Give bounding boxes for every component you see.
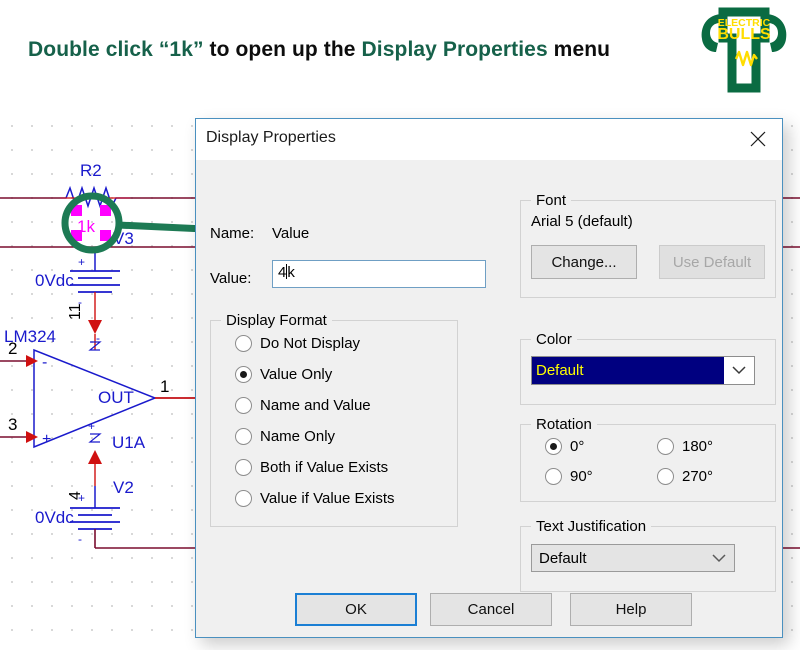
radio-dot [657, 438, 674, 455]
page-title-part-2: to open up the [204, 38, 362, 61]
label-out: OUT [98, 388, 134, 407]
radio-label: Name Only [260, 428, 335, 445]
radio-dot [235, 335, 252, 352]
radio-rotation-0[interactable]: 0° [545, 438, 584, 455]
use-default-font-button: Use Default [659, 245, 765, 279]
radio-rotation-90[interactable]: 90° [545, 468, 593, 485]
radio-label: Name and Value [260, 397, 371, 414]
radio-label: Value if Value Exists [260, 490, 395, 507]
radio-both-if-value-exists[interactable]: Both if Value Exists [235, 459, 388, 476]
value-input[interactable]: 4k [272, 260, 486, 288]
svg-text:+: + [78, 255, 85, 269]
font-caption: Font [531, 192, 571, 209]
color-caption: Color [531, 331, 577, 348]
radio-value-only[interactable]: Value Only [235, 366, 332, 383]
page-title: Double click “1k” to open up the Display… [28, 38, 610, 62]
label-v3-value: 0Vdc [35, 271, 74, 290]
radio-label: Both if Value Exists [260, 459, 388, 476]
font-group: Font Arial 5 (default) Change... Use Def… [520, 200, 776, 298]
svg-text:-: - [96, 331, 100, 345]
svg-text:+: + [88, 419, 95, 433]
rotation-caption: Rotation [531, 416, 597, 433]
label-pin-2: 2 [8, 339, 17, 358]
rotation-group: Rotation 0° 180° 90° 270° [520, 424, 776, 502]
logo-text-line2: BULLS [717, 26, 771, 43]
page-title-part-4: menu [548, 38, 610, 61]
font-current: Arial 5 (default) [531, 213, 633, 230]
svg-text:-: - [42, 354, 47, 371]
radio-label: 180° [682, 438, 713, 455]
display-format-group: Display Format Do Not Display Value Only… [210, 320, 458, 527]
radio-value-if-value-exists[interactable]: Value if Value Exists [235, 490, 395, 507]
svg-text:+: + [42, 431, 51, 448]
radio-dot [235, 428, 252, 445]
radio-dot [235, 490, 252, 507]
radio-label: 90° [570, 468, 593, 485]
radio-dot [545, 468, 562, 485]
radio-rotation-180[interactable]: 180° [657, 438, 713, 455]
change-font-button[interactable]: Change... [531, 245, 637, 279]
radio-label: Value Only [260, 366, 332, 383]
radio-name-and-value[interactable]: Name and Value [235, 397, 371, 414]
color-dropdown[interactable]: Default [531, 356, 755, 385]
radio-label: 0° [570, 438, 584, 455]
svg-text:+: + [78, 491, 85, 505]
radio-rotation-270[interactable]: 270° [657, 468, 713, 485]
radio-dot [657, 468, 674, 485]
dialog-titlebar: Display Properties [196, 119, 782, 160]
page-title-part-1: Double click “1k” [28, 38, 204, 61]
color-group: Color Default [520, 339, 776, 405]
label-u1a: U1A [112, 433, 146, 452]
dialog-body: Name: Value Value: 4k Display Format Do … [196, 160, 782, 638]
display-properties-dialog: Display Properties Name: Value Value: 4k… [195, 118, 783, 638]
page-title-part-3: Display Properties [362, 38, 548, 61]
radio-dot [545, 438, 562, 455]
electric-bulls-logo: ELECTRIC BULLS [696, 2, 792, 94]
value-label: Value: [210, 270, 251, 287]
label-v2-value: 0Vdc [35, 508, 74, 527]
chevron-down-icon[interactable] [704, 545, 734, 571]
value-input-text-before-caret: 4 [278, 264, 286, 281]
svg-text:-: - [78, 532, 82, 546]
value-input-text-after-caret: k [287, 264, 295, 281]
radio-label: 270° [682, 468, 713, 485]
color-dropdown-value: Default [532, 357, 724, 384]
text-justification-dropdown[interactable]: Default [531, 544, 735, 572]
label-pin-3: 3 [8, 415, 17, 434]
help-button[interactable]: Help [570, 593, 692, 626]
slide-root: Double click “1k” to open up the Display… [0, 0, 800, 650]
radio-name-only[interactable]: Name Only [235, 428, 335, 445]
label-pin-11: 11 [67, 303, 84, 320]
logo-bull-icon: ELECTRIC BULLS [696, 2, 792, 94]
display-format-caption: Display Format [221, 312, 332, 329]
radio-dot [235, 366, 252, 383]
text-justification-group: Text Justification Default [520, 526, 776, 592]
name-label: Name: [210, 225, 254, 242]
radio-label: Do Not Display [260, 335, 360, 352]
name-value: Value [272, 225, 309, 242]
radio-do-not-display[interactable]: Do Not Display [235, 335, 360, 352]
ok-button[interactable]: OK [295, 593, 417, 626]
chevron-down-icon[interactable] [724, 357, 754, 384]
cancel-button[interactable]: Cancel [430, 593, 552, 626]
radio-dot [235, 459, 252, 476]
close-icon[interactable] [738, 123, 778, 155]
label-v2: V2 [113, 478, 134, 497]
label-r2: R2 [80, 161, 102, 180]
text-justification-value: Default [532, 545, 704, 571]
text-justification-caption: Text Justification [531, 518, 651, 535]
label-pin-1: 1 [160, 377, 169, 396]
radio-dot [235, 397, 252, 414]
dialog-title: Display Properties [206, 129, 336, 147]
